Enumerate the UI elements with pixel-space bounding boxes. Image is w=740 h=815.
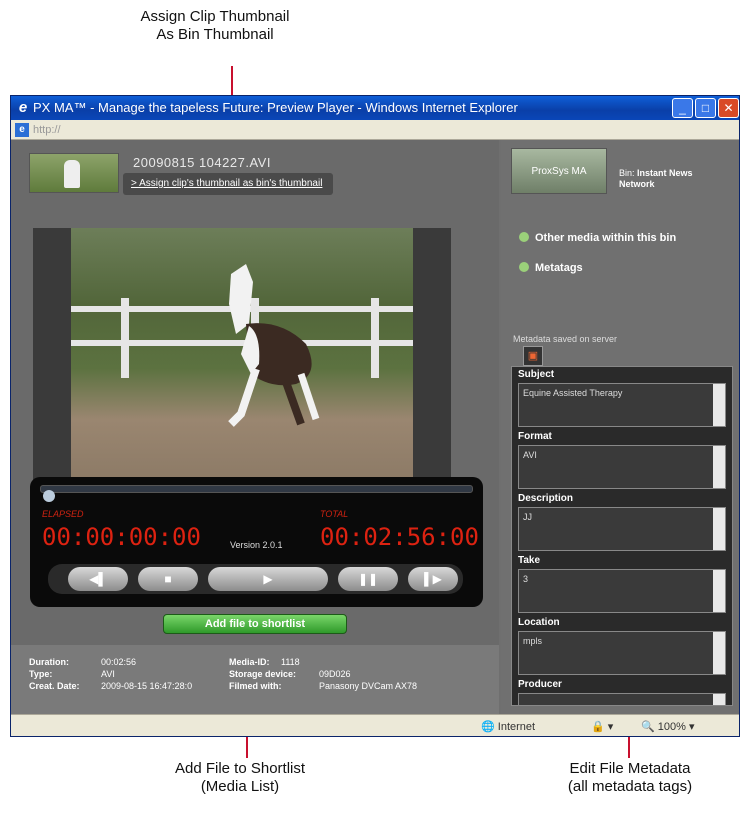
internet-zone: 🌐 Internet	[481, 721, 536, 733]
add-to-shortlist-button[interactable]: Add file to shortlist	[163, 614, 347, 634]
stop-button[interactable]: ■	[138, 567, 198, 591]
metadata-panel: Subject Equine Assisted Therapy Format A…	[511, 366, 733, 706]
other-media-link[interactable]: Other media within this bin	[519, 232, 676, 244]
type-value: AVI	[101, 669, 115, 679]
video-frame	[71, 228, 413, 483]
step-back-button[interactable]: ◀▌	[68, 567, 128, 591]
storage-value: 09D026	[319, 669, 351, 679]
scrollbar[interactable]	[713, 570, 725, 612]
format-field[interactable]: AVI	[518, 445, 726, 489]
description-field[interactable]: JJ	[518, 507, 726, 551]
annotation-shortlist: Add File to Shortlist (Media List)	[174, 760, 306, 795]
scrollbar[interactable]	[713, 508, 725, 550]
format-label: Format	[518, 431, 552, 442]
logo: ProxSys MA	[511, 148, 607, 194]
scrollbar[interactable]	[713, 384, 725, 426]
pause-button[interactable]: ❚❚	[338, 567, 398, 591]
creat-date-value: 2009-08-15 16:47:28:0	[101, 681, 193, 691]
globe-icon: 🌐	[481, 721, 495, 733]
horse-image	[228, 264, 320, 427]
duration-value: 00:02:56	[101, 657, 137, 667]
metatags-link[interactable]: Metatags	[519, 262, 583, 274]
file-info: Duration: 00:02:56 Type: AVI Creat. Date…	[11, 645, 499, 714]
type-label: Type:	[29, 669, 53, 679]
seek-bar[interactable]	[40, 485, 473, 502]
video-viewer	[33, 228, 451, 483]
zoom-icon: 🔍	[641, 721, 655, 733]
duration-label: Duration:	[29, 657, 69, 667]
lock-icon[interactable]: 🔒 ▾	[591, 720, 613, 733]
total-time: 00:02:56:00	[320, 523, 479, 551]
annotation-metadata: Edit File Metadata (all metadata tags)	[567, 760, 693, 795]
bin-label: Bin:	[619, 168, 635, 178]
step-forward-button[interactable]: ▌▶	[408, 567, 458, 591]
window-title: PX MA™ - Manage the tapeless Future: Pre…	[33, 100, 518, 115]
clip-thumbnail	[29, 153, 119, 193]
location-field[interactable]: mpls	[518, 631, 726, 675]
producer-label: Producer	[518, 679, 562, 690]
browser-window: e PX MA™ - Manage the tapeless Future: P…	[10, 95, 740, 737]
storage-label: Storage device:	[229, 669, 297, 679]
zoom-control[interactable]: 🔍 100% ▾	[641, 720, 694, 733]
scrollbar[interactable]	[713, 694, 725, 705]
take-label: Take	[518, 555, 541, 566]
clip-name: 20090815 104227.AVI	[133, 155, 271, 170]
address-bar[interactable]: e http://	[11, 120, 739, 140]
maximize-button[interactable]: □	[695, 98, 716, 118]
annotation-assign-thumbnail: Assign Clip Thumbnail As Bin Thumbnail	[140, 8, 290, 43]
page-icon: e	[15, 123, 29, 137]
save-icon[interactable]: ▣	[523, 346, 543, 366]
bullet-icon	[519, 262, 529, 272]
title-bar: e PX MA™ - Manage the tapeless Future: P…	[11, 96, 739, 120]
saved-status: Metadata saved on server	[513, 334, 618, 344]
bullet-icon	[519, 232, 529, 242]
address-text: http://	[33, 124, 61, 136]
seek-handle[interactable]	[43, 490, 55, 502]
subject-field[interactable]: Equine Assisted Therapy	[518, 383, 726, 427]
play-button[interactable]: ▶	[208, 567, 328, 591]
status-bar: 🌐 Internet 🔒 ▾ 🔍 100% ▾	[11, 714, 739, 736]
media-id-value: 1118	[281, 657, 300, 667]
ie-icon: e	[18, 99, 28, 116]
media-id-label: Media-ID:	[229, 657, 270, 667]
sidebar: ProxSys MA Bin: Instant News Network Oth…	[501, 140, 739, 714]
page-content: 20090815 104227.AVI > Assign clip's thum…	[11, 140, 739, 714]
version-label: Version 2.0.1	[230, 540, 283, 550]
take-field[interactable]: 3	[518, 569, 726, 613]
elapsed-time: 00:00:00:00	[42, 523, 201, 551]
player-controls: ELAPSED TOTAL 00:00:00:00 Version 2.0.1 …	[30, 477, 483, 607]
filmed-value: Panasony DVCam AX78	[319, 681, 418, 691]
subject-label: Subject	[518, 369, 555, 380]
total-label: TOTAL	[320, 509, 349, 519]
close-button[interactable]: ✕	[718, 98, 739, 118]
preview-panel: 20090815 104227.AVI > Assign clip's thum…	[11, 140, 499, 714]
minimize-button[interactable]: _	[672, 98, 693, 118]
producer-field[interactable]	[518, 693, 726, 705]
transport-bar: ◀▌ ■ ▶ ❚❚ ▌▶	[48, 564, 463, 594]
bin-info: Bin: Instant News Network	[619, 168, 729, 190]
filmed-label: Filmed with:	[229, 681, 282, 691]
scrollbar[interactable]	[713, 632, 725, 674]
creat-date-label: Creat. Date:	[29, 681, 80, 691]
scrollbar[interactable]	[713, 446, 725, 488]
assign-thumbnail-link[interactable]: > Assign clip's thumbnail as bin's thumb…	[123, 173, 333, 195]
elapsed-label: ELAPSED	[42, 509, 84, 519]
location-label: Location	[518, 617, 560, 628]
description-label: Description	[518, 493, 574, 504]
